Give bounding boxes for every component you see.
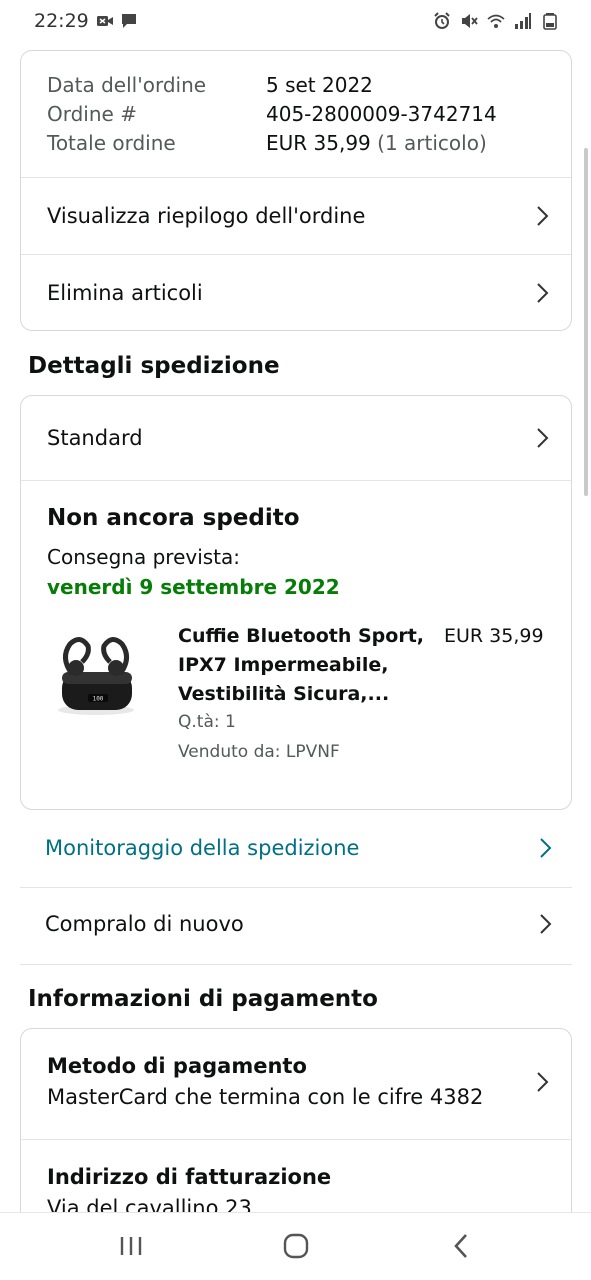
chevron-right-icon xyxy=(540,838,552,858)
order-total-row: Totale ordine EUR 35,99 (1 articolo) xyxy=(47,129,545,158)
back-icon[interactable] xyxy=(447,1231,477,1261)
payment-method-link[interactable]: Metodo di pagamento MasterCard che termi… xyxy=(21,1029,571,1139)
alarm-icon xyxy=(434,12,450,29)
delivery-date: venerdì 9 settembre 2022 xyxy=(47,575,340,599)
buy-again-link[interactable]: Compralo di nuovo xyxy=(20,886,572,962)
order-item-count: (1 articolo) xyxy=(377,131,487,155)
order-number-row: Ordine # 405-2800009-3742714 xyxy=(47,100,545,129)
shipping-method-link[interactable]: Standard xyxy=(21,396,571,480)
product-title[interactable]: Cuffie Bluetooth Sport, IPX7 Impermeabil… xyxy=(178,622,428,709)
mute-icon xyxy=(462,14,478,28)
billing-address-title: Indirizzo di fatturazione xyxy=(47,1165,332,1189)
shipment-status: Non ancora spedito xyxy=(47,505,300,531)
payment-method-value: MasterCard che termina con le cifre 4382 xyxy=(47,1085,484,1109)
earbuds-product-image[interactable]: 100 xyxy=(50,632,142,718)
product-price: EUR 35,99 xyxy=(444,625,544,647)
buy-again-label: Compralo di nuovo xyxy=(45,912,244,936)
view-order-summary-link[interactable]: Visualizza riepilogo dell'ordine xyxy=(21,177,571,254)
status-bar: 22:29 xyxy=(0,0,591,44)
signal-icon xyxy=(515,13,531,29)
order-date-label: Data dell'ordine xyxy=(47,73,207,97)
system-nav-bar xyxy=(0,1212,591,1280)
home-icon[interactable] xyxy=(281,1231,311,1261)
order-summary-table: Data dell'ordine 5 set 2022 Ordine # 405… xyxy=(21,51,571,177)
payment-card: Metodo di pagamento MasterCard che termi… xyxy=(20,1028,572,1238)
shipping-method-label: Standard xyxy=(47,426,143,450)
order-number-value: 405-2800009-3742714 xyxy=(266,102,497,126)
track-shipment-label: Monitoraggio della spedizione xyxy=(45,836,360,860)
status-time: 22:29 xyxy=(34,10,89,32)
chevron-right-icon xyxy=(537,428,549,448)
order-total-value: EUR 35,99 (1 articolo) xyxy=(266,129,487,158)
order-number-label: Ordine # xyxy=(47,102,137,126)
delete-items-label: Elimina articoli xyxy=(47,281,203,305)
payment-section-title: Informazioni di pagamento xyxy=(28,986,378,1012)
chevron-right-icon xyxy=(537,283,549,303)
chevron-right-icon xyxy=(540,914,552,934)
chevron-right-icon xyxy=(537,1072,549,1092)
battery-icon xyxy=(543,13,557,30)
product-seller: Venduto da: LPVNF xyxy=(178,742,340,762)
recent-apps-icon[interactable] xyxy=(116,1231,146,1261)
track-shipment-link[interactable]: Monitoraggio della spedizione xyxy=(20,810,572,886)
divider xyxy=(20,964,572,965)
product-quantity: Q.tà: 1 xyxy=(178,712,236,732)
shipment-status-section: Non ancora spedito Consegna prevista: ve… xyxy=(21,480,571,601)
order-date-row: Data dell'ordine 5 set 2022 xyxy=(47,71,545,100)
scrollbar[interactable] xyxy=(584,148,588,496)
payment-method-title: Metodo di pagamento xyxy=(47,1054,307,1078)
svg-text:100: 100 xyxy=(93,696,104,703)
delivery-label: Consegna prevista: xyxy=(47,545,241,569)
order-total-amount: EUR 35,99 xyxy=(266,131,371,155)
chevron-right-icon xyxy=(537,206,549,226)
order-date-value: 5 set 2022 xyxy=(266,73,373,97)
order-total-label: Totale ordine xyxy=(47,131,176,155)
order-summary-card: Data dell'ordine 5 set 2022 Ordine # 405… xyxy=(20,50,572,331)
view-order-summary-label: Visualizza riepilogo dell'ordine xyxy=(47,204,366,228)
video-call-icon xyxy=(97,16,113,26)
message-icon xyxy=(122,14,136,28)
shipping-section-title: Dettagli spedizione xyxy=(28,353,280,379)
wifi-icon xyxy=(487,14,505,28)
delete-items-link[interactable]: Elimina articoli xyxy=(21,254,571,330)
